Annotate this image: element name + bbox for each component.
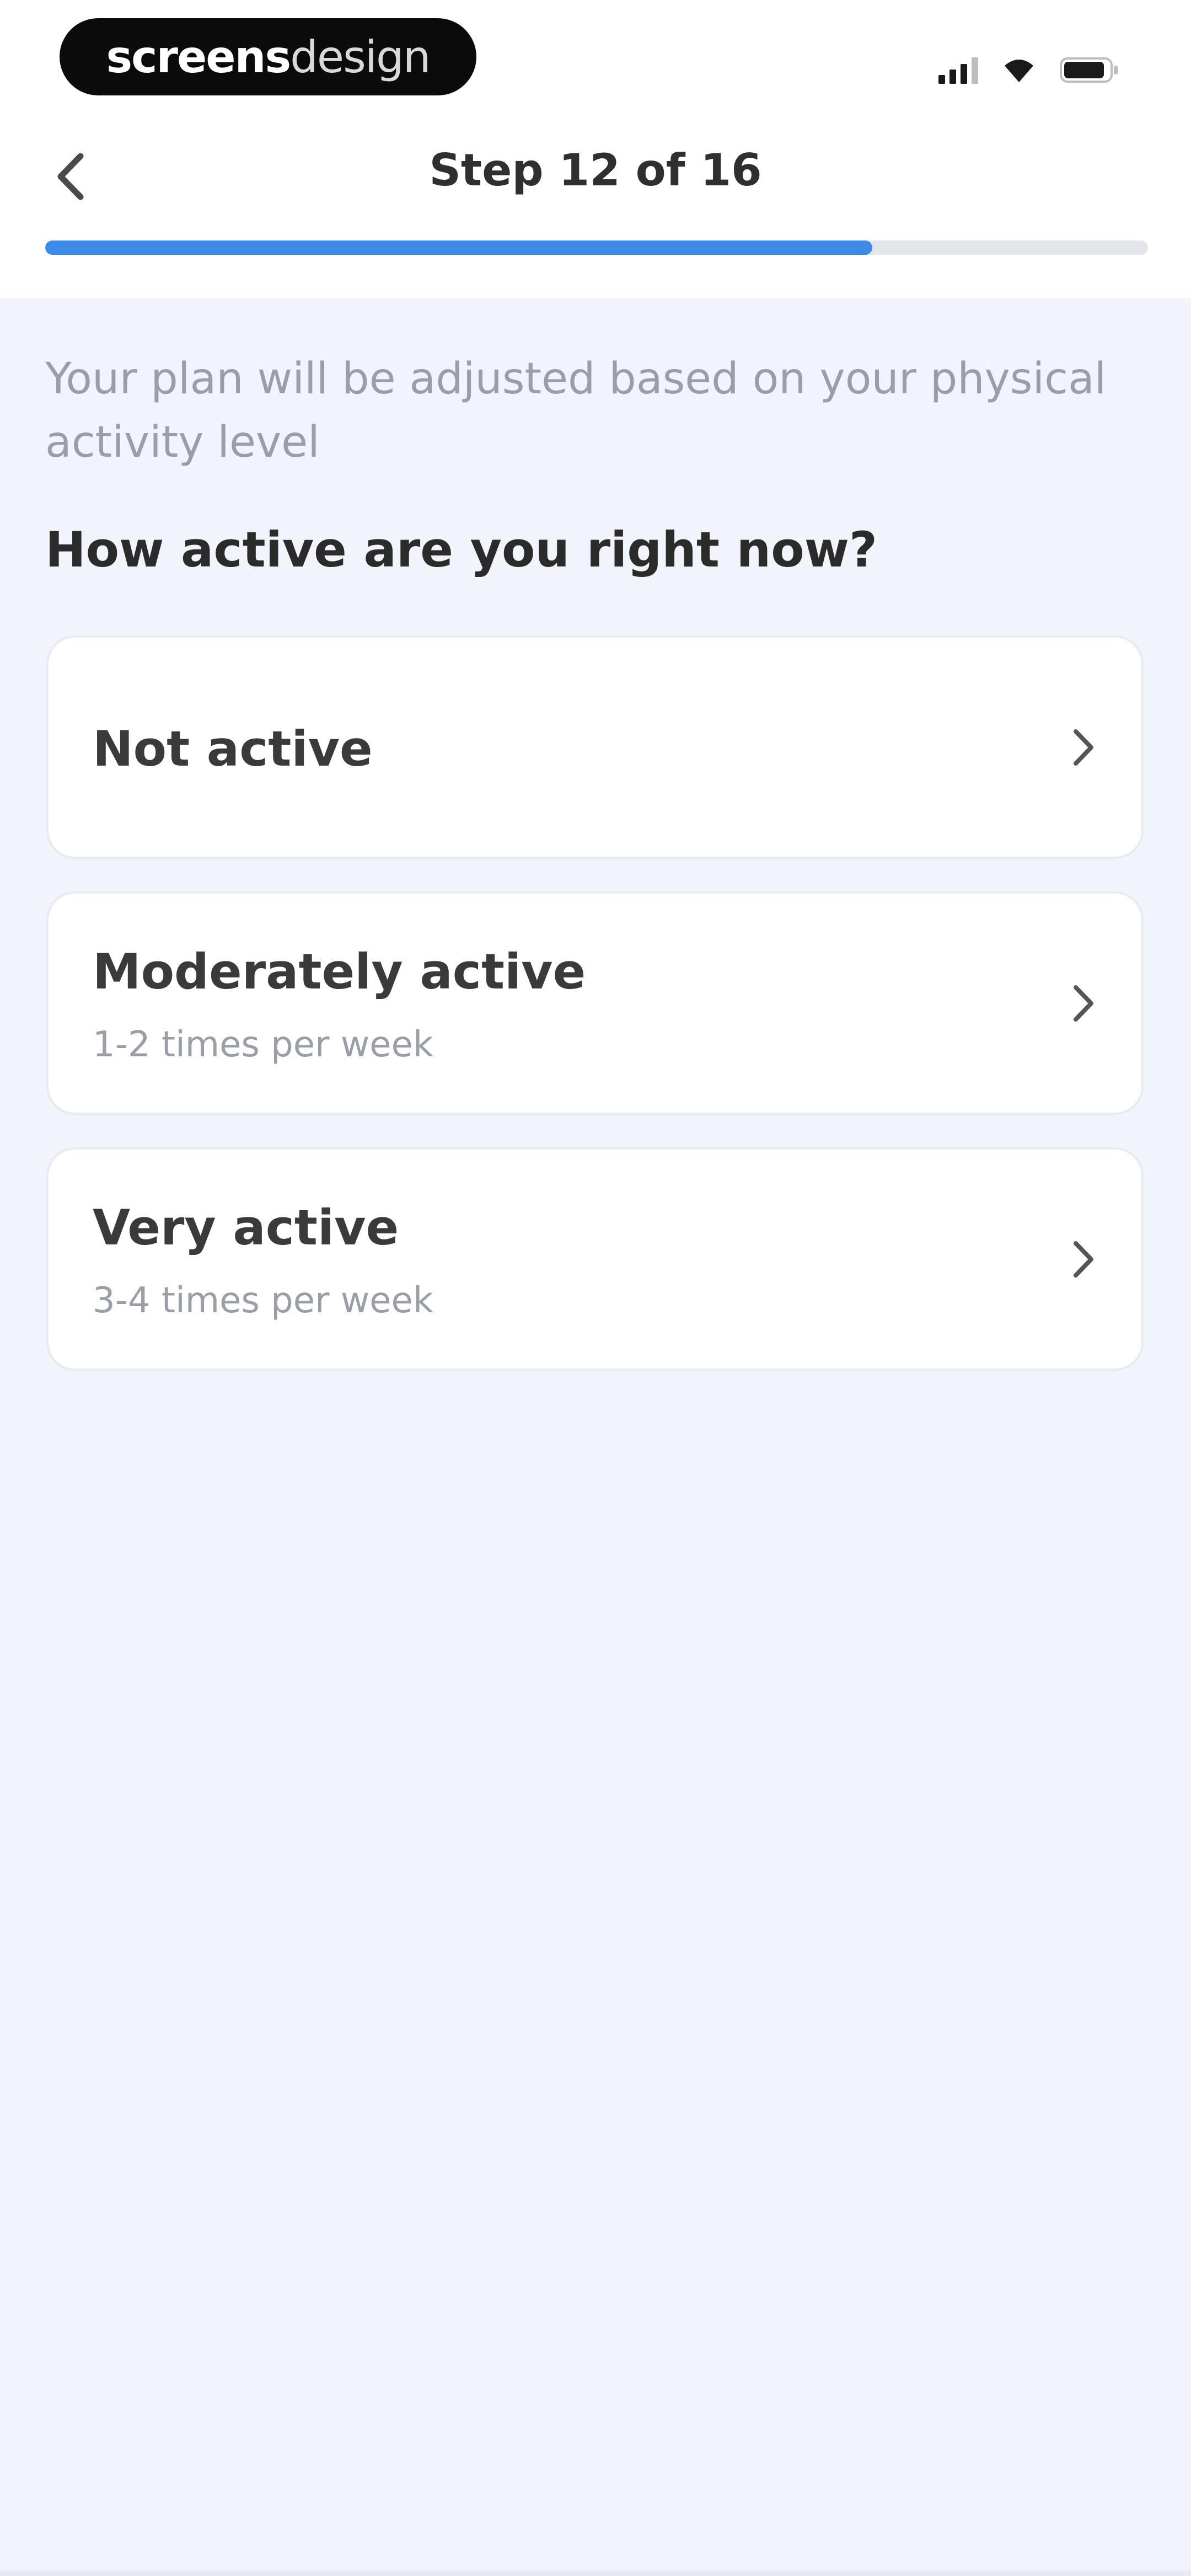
brand-logo: screens design [60, 18, 476, 95]
option-subtitle: 1-2 times per week [93, 1024, 433, 1065]
option-title: Not active [93, 720, 373, 777]
option-subtitle: 3-4 times per week [93, 1280, 433, 1321]
bottom-edge [0, 2570, 1191, 2576]
intro-text: Your plan will be adjusted based on your… [45, 354, 1107, 467]
battery-icon [1060, 56, 1119, 84]
option-title: Moderately active [93, 943, 586, 1000]
brand-logo-light: design [290, 31, 431, 83]
brand-logo-bold: screens [106, 31, 292, 83]
step-indicator: Step 12 of 16 [429, 145, 762, 196]
chevron-right-icon [1074, 985, 1093, 1022]
option-title: Very active [93, 1199, 399, 1256]
wifi-icon [1002, 57, 1036, 83]
option-moderately-active[interactable]: Moderately active 1-2 times per week [46, 891, 1144, 1115]
chevron-right-icon [1074, 1241, 1093, 1278]
chevron-right-icon [1074, 729, 1093, 766]
option-very-active[interactable]: Very active 3-4 times per week [46, 1147, 1144, 1371]
progress-bar [45, 241, 1148, 255]
header: screens design Step 12 of 16 [0, 0, 1191, 298]
screen: screens design Step 12 of 16 Your plan w… [0, 0, 1191, 2576]
progress-bar-fill [45, 241, 872, 255]
option-not-active[interactable]: Not active [46, 635, 1144, 859]
question-heading: How active are you right now? [45, 521, 878, 578]
status-icons [938, 51, 1119, 89]
cellular-signal-icon [938, 56, 978, 84]
